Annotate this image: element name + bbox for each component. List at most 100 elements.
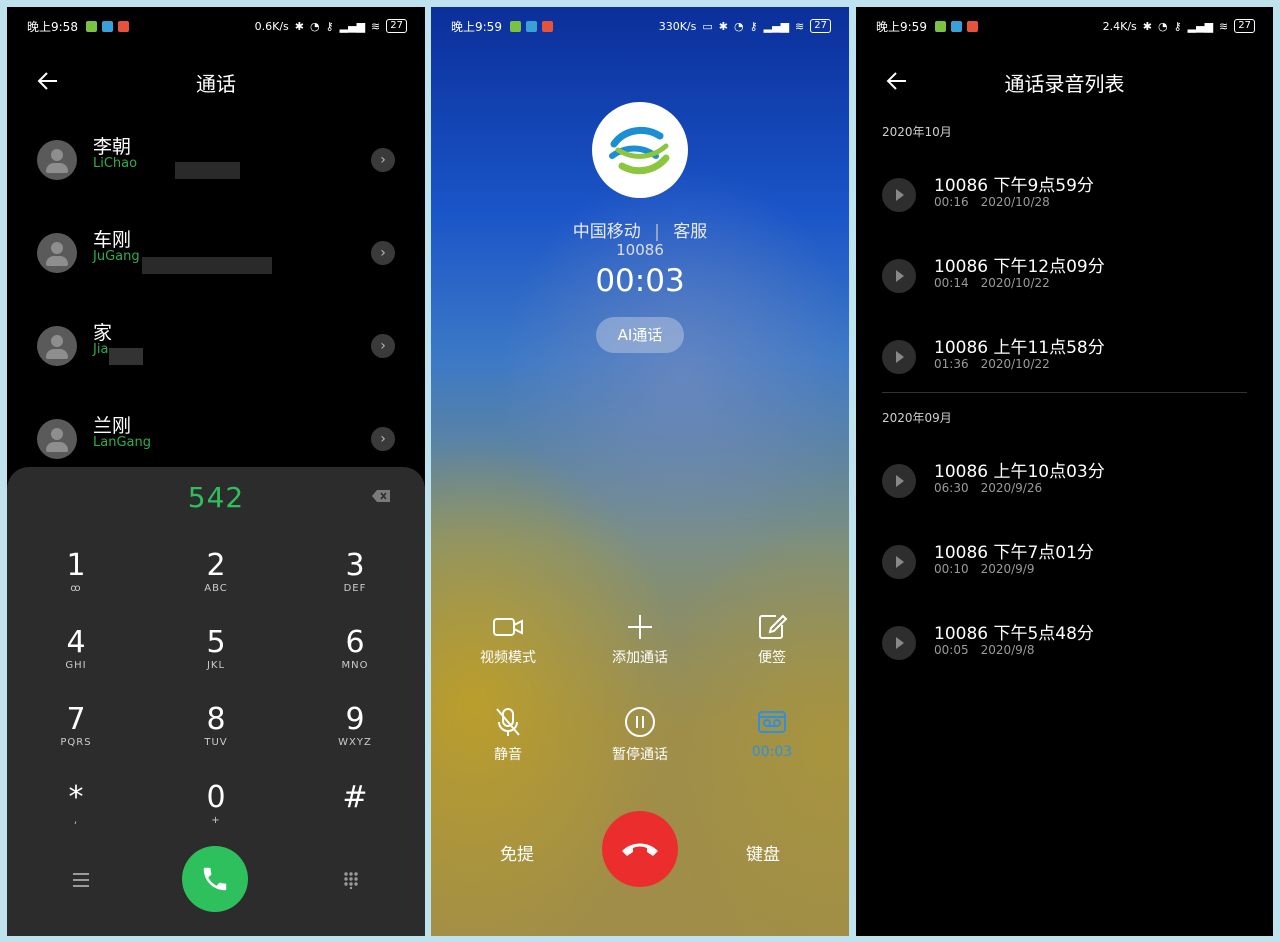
play-icon[interactable]	[882, 259, 916, 293]
key-6[interactable]: 6 MNO	[300, 626, 410, 692]
network-speed: 2.4K/s	[1102, 19, 1137, 33]
bluetooth-icon: ✱	[1142, 19, 1152, 33]
recording-title: 10086 下午5点48分	[934, 624, 1094, 644]
key-star[interactable]: *,	[21, 781, 131, 847]
play-icon[interactable]	[882, 464, 916, 498]
key-hash[interactable]: #	[300, 781, 410, 847]
chevron-right-icon[interactable]: ›	[371, 241, 395, 265]
recording-item[interactable]: 10086 下午5点48分 00:05 2020/9/8	[882, 619, 1247, 675]
alarm-icon: ◔	[733, 19, 744, 33]
play-icon[interactable]	[882, 626, 916, 660]
key-9[interactable]: 9 WXYZ	[300, 703, 410, 769]
carrier-logo	[592, 102, 688, 198]
play-icon[interactable]	[882, 178, 916, 212]
keypad-button[interactable]: 键盘	[746, 840, 780, 865]
china-mobile-logo-icon	[609, 126, 670, 175]
avatar	[37, 233, 77, 273]
menu-icon[interactable]	[71, 871, 91, 889]
note-button[interactable]: 便签	[722, 613, 822, 667]
chevron-right-icon[interactable]: ›	[371, 427, 395, 451]
key-icon: ⚷	[325, 19, 334, 33]
recording-meta: 00:10 2020/9/9	[934, 562, 1035, 576]
contact-row[interactable]: 兰刚 LanGang ›	[37, 411, 395, 471]
network-speed: 0.6K/s	[254, 19, 289, 33]
contact-pinyin: JuGang	[93, 249, 140, 264]
key-1[interactable]: 1ꝏ	[21, 549, 131, 615]
ai-call-button[interactable]: AI通话	[596, 317, 684, 353]
plus-icon	[628, 615, 652, 639]
mail-icon	[541, 20, 553, 32]
dialer-screen: 晚上9:58 0.6K/s ✱ ◔ ⚷ ▂▄▆ ≋ 27 通话 李朝 LiCha…	[7, 7, 425, 936]
redacted-number	[109, 348, 143, 365]
chevron-right-icon[interactable]: ›	[371, 334, 395, 358]
key-5[interactable]: 5 JKL	[161, 626, 271, 692]
backspace-icon[interactable]	[371, 489, 391, 503]
recording-item[interactable]: 10086 上午10点03分 06:30 2020/9/26	[882, 457, 1247, 513]
key-2[interactable]: 2 ABC	[161, 549, 271, 615]
contact-row[interactable]: 李朝 LiChao ›	[37, 132, 395, 192]
status-bar: 晚上9:59 2.4K/s ✱ ◔ ⚷ ▂▄▆ ≋ 27	[876, 17, 1255, 35]
app-notification-icon	[934, 20, 946, 32]
app-notification-icon	[85, 20, 97, 32]
recording-item[interactable]: 10086 上午11点58分 01:36 2020/10/22	[882, 333, 1247, 389]
status-time: 晚上9:59	[451, 19, 502, 34]
app-notification-icon	[101, 20, 113, 32]
avatar	[37, 419, 77, 459]
month-header: 2020年10月	[882, 125, 952, 139]
hang-up-button[interactable]	[602, 811, 678, 887]
recording-title: 10086 上午10点03分	[934, 462, 1105, 482]
recording-item[interactable]: 10086 下午9点59分 00:16 2020/10/28	[882, 171, 1247, 227]
play-icon[interactable]	[882, 545, 916, 579]
key-3[interactable]: 3 DEF	[300, 549, 410, 615]
speaker-button[interactable]: 免提	[500, 840, 534, 865]
wifi-icon: ≋	[1219, 19, 1229, 33]
header: 通话录音列表	[856, 62, 1273, 102]
recording-item[interactable]: 10086 下午12点09分 00:14 2020/10/22	[882, 252, 1247, 308]
keypad-icon[interactable]	[341, 871, 361, 889]
caller-label: 中国移动 | 客服	[431, 217, 849, 242]
status-bar: 晚上9:59 330K/s ▭ ✱ ◔ ⚷ ▂▄▆ ≋ 27	[451, 17, 831, 35]
network-speed: 330K/s	[658, 19, 697, 33]
recording-title: 10086 下午7点01分	[934, 543, 1094, 563]
recording-item[interactable]: 10086 下午7点01分 00:10 2020/9/9	[882, 538, 1247, 594]
key-8[interactable]: 8 TUV	[161, 703, 271, 769]
in-call-screen: 晚上9:59 330K/s ▭ ✱ ◔ ⚷ ▂▄▆ ≋ 27 中国移动 | 客服	[431, 7, 849, 936]
contact-name: 车刚	[93, 229, 132, 251]
app-notification-icon	[509, 20, 521, 32]
mail-icon	[117, 20, 129, 32]
record-button[interactable]: 00:03	[722, 706, 822, 760]
contact-name: 家	[93, 322, 113, 344]
battery-indicator: 27	[386, 19, 407, 33]
status-time: 晚上9:58	[27, 19, 78, 34]
separator: |	[654, 222, 660, 242]
chevron-right-icon[interactable]: ›	[371, 148, 395, 172]
dialed-number[interactable]: 542	[7, 481, 425, 514]
page-title: 通话录音列表	[1004, 72, 1125, 96]
play-icon[interactable]	[882, 340, 916, 374]
battery-indicator: 27	[810, 19, 831, 33]
key-7[interactable]: 7 PQRS	[21, 703, 131, 769]
battery-indicator: 27	[1234, 19, 1255, 33]
contact-row[interactable]: 车刚 JuGang ›	[37, 225, 395, 285]
recordings-screen: 晚上9:59 2.4K/s ✱ ◔ ⚷ ▂▄▆ ≋ 27 通话录音列表 2020…	[856, 7, 1273, 936]
carrier-name: 中国移动	[572, 222, 641, 242]
contact-row[interactable]: 家 Jia ›	[37, 318, 395, 378]
hd-call-icon: ▭	[702, 19, 713, 33]
recording-title: 10086 上午11点58分	[934, 338, 1105, 358]
dialpad: 542 1ꝏ 2 ABC 3 DEF 4 GHI 5 JKL 6 MNO 7 PQRS 8T…	[7, 467, 425, 936]
recording-meta: 00:14 2020/10/22	[934, 276, 1050, 290]
key-4[interactable]: 4 GHI	[21, 626, 131, 692]
contact-name: 兰刚	[93, 415, 132, 437]
wifi-icon: ≋	[795, 19, 805, 33]
mute-button[interactable]: 静音	[458, 706, 558, 764]
call-button[interactable]	[182, 846, 248, 912]
app-notification-icon	[525, 20, 537, 32]
add-call-button[interactable]: 添加通话	[590, 613, 690, 667]
key-0[interactable]: 0 +	[161, 781, 271, 847]
video-mode-button[interactable]: 视频模式	[458, 613, 558, 667]
mail-icon	[966, 20, 978, 32]
hold-call-button[interactable]: 暂停通话	[590, 706, 690, 764]
contact-pinyin: LiChao	[93, 156, 138, 171]
bluetooth-icon: ✱	[718, 19, 728, 33]
app-notification-icon	[950, 20, 962, 32]
